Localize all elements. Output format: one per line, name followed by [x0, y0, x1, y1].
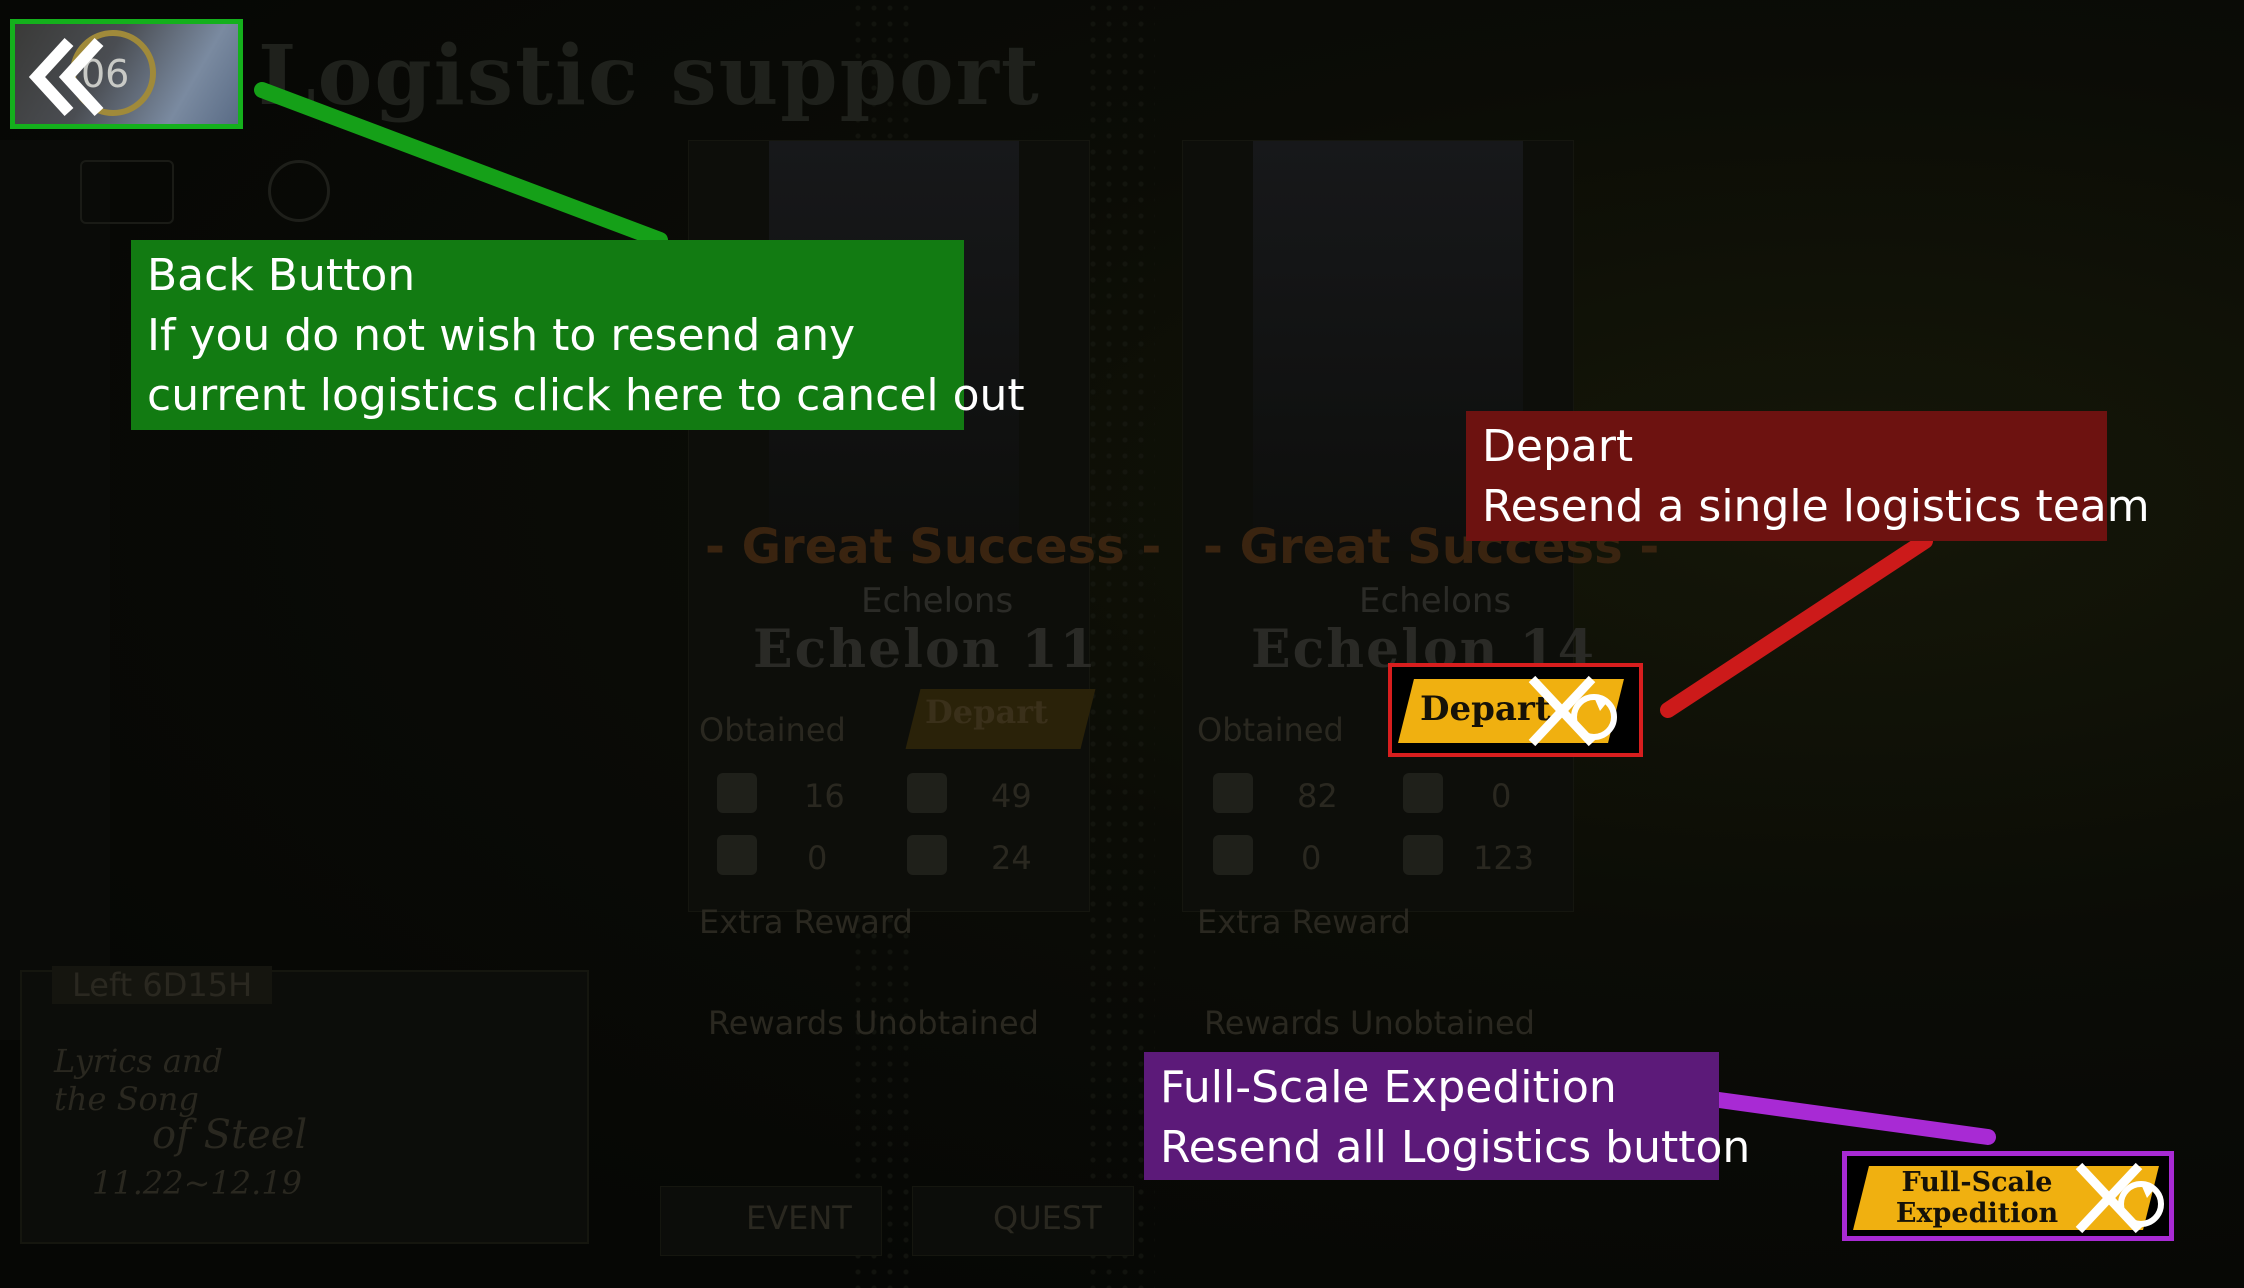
callout-title: Full-Scale Expedition	[1160, 1062, 1617, 1113]
depart-button[interactable]: Depart	[1388, 663, 1643, 757]
full-scale-button-label: Full-Scale Expedition	[1887, 1167, 2067, 1229]
back-pointer-line	[254, 82, 668, 248]
callout-text: current logistics click here to cancel o…	[147, 370, 1025, 421]
callout-text: Resend all Logistics button	[1160, 1122, 1751, 1173]
callout-text: If you do not wish to resend any	[147, 310, 856, 361]
crossed-guns-icon	[2075, 1162, 2164, 1234]
full-scale-line-1: Full-Scale	[1901, 1167, 2053, 1198]
depart-callout: Depart Resend a single logistics team	[1466, 411, 2150, 541]
full-scale-pointer-line	[1711, 1092, 1996, 1145]
callout-title: Back Button	[147, 250, 416, 301]
full-scale-line-2: Expedition	[1895, 1198, 2059, 1229]
back-button-callout: Back Button If you do not wish to resend…	[131, 240, 1025, 430]
full-scale-callout: Full-Scale Expedition Resend all Logisti…	[1144, 1052, 1751, 1180]
callout-lines	[254, 82, 1996, 1145]
full-scale-expedition-button[interactable]: Full-Scale Expedition	[1842, 1151, 2174, 1241]
callout-text: Resend a single logistics team	[1482, 481, 2150, 532]
crossed-guns-icon	[1528, 675, 1617, 747]
depart-pointer-line	[1660, 533, 1933, 718]
callout-title: Depart	[1482, 421, 1634, 472]
